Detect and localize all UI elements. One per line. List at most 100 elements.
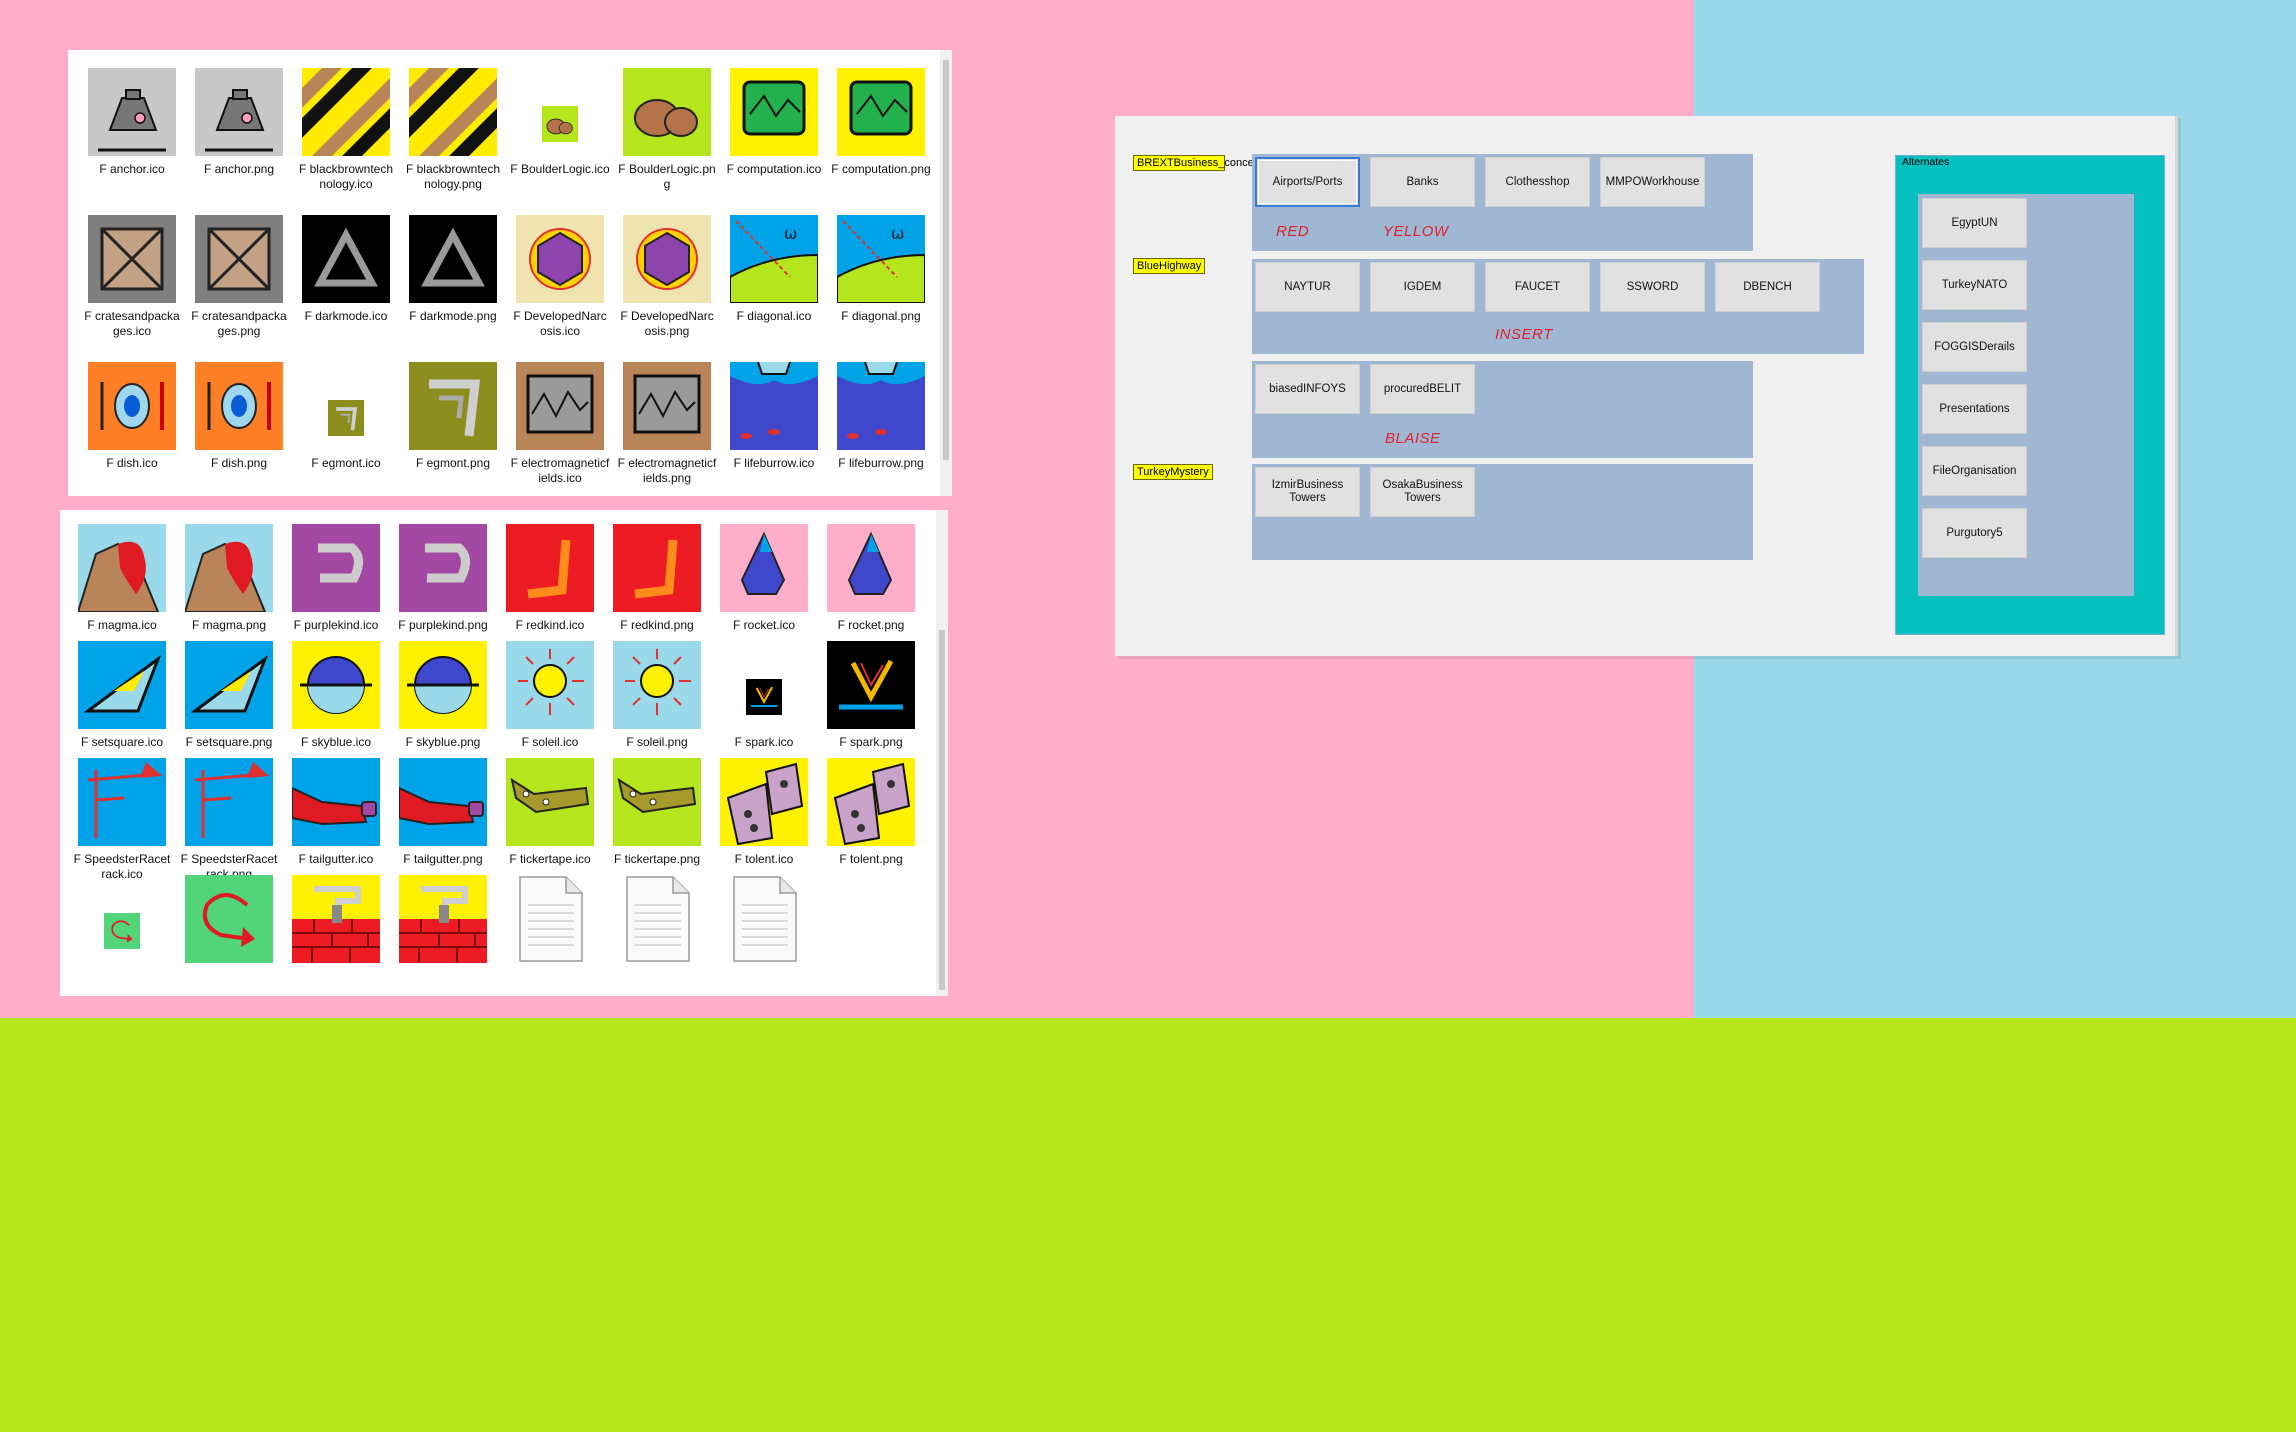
file-name: F darkmode.ico (304, 309, 388, 323)
file-item[interactable]: F spark.png (821, 637, 921, 750)
file-thumbnail (619, 358, 715, 454)
file-item[interactable]: F SpeedsterRacetrack.ico (72, 754, 172, 882)
file-item[interactable]: F lifeburrow.ico (724, 358, 824, 471)
file-item[interactable] (286, 871, 386, 967)
file-item[interactable]: F setsquare.ico (72, 637, 172, 750)
file-item[interactable]: F lifeburrow.png (831, 358, 931, 471)
file-name: F tickertape.png (613, 852, 701, 866)
file-item[interactable] (500, 871, 600, 967)
file-item[interactable]: F electromagneticfields.ico (510, 358, 610, 486)
file-thumbnail (609, 637, 705, 733)
file-item[interactable] (72, 871, 172, 967)
file-item[interactable]: F soleil.ico (500, 637, 600, 750)
file-item[interactable]: F blackbrowntechnology.png (403, 64, 503, 192)
button-purgutory5[interactable]: Purgutory5 (1922, 508, 2027, 558)
file-item[interactable] (179, 871, 279, 967)
file-item[interactable]: F darkmode.ico (296, 211, 396, 324)
button-dbench[interactable]: DBENCH (1715, 262, 1820, 312)
file-item[interactable]: F BoulderLogic.ico (510, 64, 610, 177)
file-item[interactable]: F cratesandpackages.ico (82, 211, 182, 339)
file-item[interactable] (393, 871, 493, 967)
file-name: F magma.png (191, 618, 267, 632)
button-igdem[interactable]: IGDEM (1370, 262, 1475, 312)
button-fileorganisation[interactable]: FileOrganisation (1922, 446, 2027, 496)
file-item[interactable]: F BoulderLogic.png (617, 64, 717, 192)
file-item[interactable]: ω F diagonal.png (831, 211, 931, 324)
button-mmpoworkhouse[interactable]: MMPOWorkhouse (1600, 157, 1705, 207)
file-item[interactable]: F computation.png (831, 64, 931, 177)
vertical-scrollbar[interactable] (936, 510, 948, 996)
scrollbar-thumb[interactable] (943, 60, 949, 460)
file-item[interactable]: F blackbrowntechnology.ico (296, 64, 396, 192)
file-item[interactable]: F redkind.ico (500, 520, 600, 633)
file-item[interactable]: F dish.ico (82, 358, 182, 471)
file-item[interactable]: F setsquare.png (179, 637, 279, 750)
file-name: F spark.png (839, 735, 903, 749)
label-turkeymystery: TurkeyMystery (1133, 464, 1213, 480)
button-banks[interactable]: Banks (1370, 157, 1475, 207)
file-item[interactable]: F tickertape.png (607, 754, 707, 867)
file-item[interactable]: F redkind.png (607, 520, 707, 633)
file-item[interactable]: F anchor.png (189, 64, 289, 177)
file-thumbnail (502, 871, 598, 967)
file-name: F computation.png (831, 162, 931, 176)
button-turkeynato[interactable]: TurkeyNATO (1922, 260, 2027, 310)
file-item[interactable]: F tolent.png (821, 754, 921, 867)
button-naytur[interactable]: NAYTUR (1255, 262, 1360, 312)
button-airports-ports[interactable]: Airports/Ports (1255, 157, 1360, 207)
file-item[interactable]: F DevelopedNarcosis.png (617, 211, 717, 339)
file-item[interactable]: F electromagneticfields.png (617, 358, 717, 486)
button-procuredbelit[interactable]: procuredBELIT (1370, 364, 1475, 414)
redkind-icon (613, 524, 701, 612)
file-item[interactable]: F purplekind.ico (286, 520, 386, 633)
file-item[interactable]: F DevelopedNarcosis.ico (510, 211, 610, 339)
file-item[interactable]: F egmont.ico (296, 358, 396, 471)
skyblue-icon (399, 641, 487, 729)
button-foggisderails[interactable]: FOGGISDerails (1922, 322, 2027, 372)
file-item[interactable]: F egmont.png (403, 358, 503, 471)
button-clothesshop[interactable]: Clothesshop (1485, 157, 1590, 207)
file-item[interactable] (607, 871, 707, 967)
file-item[interactable]: F darkmode.png (403, 211, 503, 324)
file-item[interactable]: F SpeedsterRacetrack.png (179, 754, 279, 882)
file-name: F tailgutter.png (403, 852, 483, 866)
file-item[interactable]: F dish.png (189, 358, 289, 471)
file-item[interactable]: F computation.ico (724, 64, 824, 177)
file-name: F computation.ico (726, 162, 822, 176)
sun-icon (613, 641, 701, 729)
vertical-scrollbar[interactable] (940, 50, 952, 496)
button-biasedinfoys[interactable]: biasedINFOYS (1255, 364, 1360, 414)
file-item[interactable]: F magma.ico (72, 520, 172, 633)
file-item[interactable]: F tolent.ico (714, 754, 814, 867)
button-osaka-business-towers[interactable]: OsakaBusiness Towers (1370, 467, 1475, 517)
file-item[interactable] (714, 871, 814, 967)
file-item[interactable]: F rocket.ico (714, 520, 814, 633)
scrollbar-thumb[interactable] (939, 630, 945, 990)
alternates-panel: EgyptUN TurkeyNATO FOGGISDerails Present… (1918, 194, 2134, 596)
button-egyptun[interactable]: EgyptUN (1922, 198, 2027, 248)
file-item[interactable]: F rocket.png (821, 520, 921, 633)
file-item[interactable]: F tickertape.ico (500, 754, 600, 867)
file-item[interactable]: F skyblue.png (393, 637, 493, 750)
button-faucet[interactable]: FAUCET (1485, 262, 1590, 312)
button-ssword[interactable]: SSWORD (1600, 262, 1705, 312)
button-izmir-business-towers[interactable]: IzmirBusiness Towers (1255, 467, 1360, 517)
file-thumbnail (405, 211, 501, 307)
file-item[interactable]: F soleil.png (607, 637, 707, 750)
file-item[interactable]: F tailgutter.ico (286, 754, 386, 867)
file-explorer-top: F anchor.ico F anchor.png F blackbrowntech… (68, 50, 952, 496)
file-explorer-bottom: F magma.ico F magma.png F purplekind.ico F … (60, 510, 948, 996)
svg-text:ω: ω (784, 224, 797, 243)
file-item[interactable]: ω F diagonal.ico (724, 211, 824, 324)
file-item[interactable]: F magma.png (179, 520, 279, 633)
file-item[interactable]: F cratesandpackages.png (189, 211, 289, 339)
file-item[interactable]: F purplekind.png (393, 520, 493, 633)
file-item[interactable]: F skyblue.ico (286, 637, 386, 750)
rocket-icon (827, 524, 915, 612)
button-presentations[interactable]: Presentations (1922, 384, 2027, 434)
file-thumbnail (74, 871, 170, 967)
file-item[interactable]: F spark.ico (714, 637, 814, 750)
file-item[interactable]: F anchor.ico (82, 64, 182, 177)
file-item[interactable]: F tailgutter.png (393, 754, 493, 867)
file-name: F lifeburrow.png (838, 456, 924, 470)
